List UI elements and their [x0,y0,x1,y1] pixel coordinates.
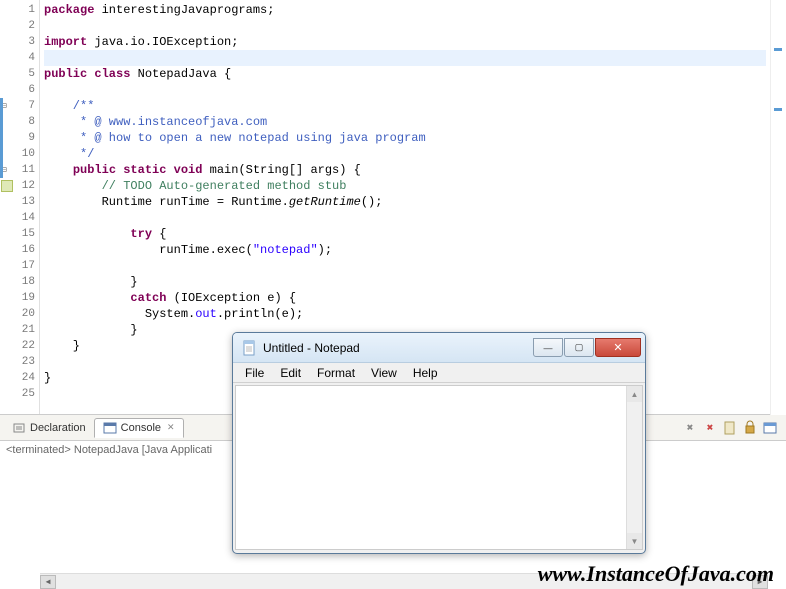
remove-all-icon[interactable]: ✖ [702,420,718,436]
line-number-gutter: 1234567891011121314151617181920212223242… [0,0,40,414]
line-number[interactable]: 3 [0,34,39,50]
menu-edit[interactable]: Edit [272,364,309,382]
line-number[interactable]: 17 [0,258,39,274]
line-number[interactable]: 11 [0,162,39,178]
code-line[interactable]: } [44,274,786,290]
code-line[interactable] [44,258,786,274]
console-toolbar: ✖ ✖ [682,420,786,436]
tab-label: Console [121,422,161,434]
code-line[interactable]: // TODO Auto-generated method stub [44,178,786,194]
window-buttons: — ▢ ✕ [533,338,641,357]
line-number[interactable]: 15 [0,226,39,242]
line-number[interactable]: 4 [0,50,39,66]
pin-console-icon[interactable] [762,420,778,436]
line-number[interactable]: 9 [0,130,39,146]
overview-ruler[interactable] [770,0,786,415]
line-number[interactable]: 6 [0,82,39,98]
tab-console[interactable]: Console ✕ [94,418,184,438]
notepad-window: Untitled - Notepad — ▢ ✕ FileEditFormatV… [232,332,646,554]
notepad-textarea[interactable]: ▲ ▼ [235,385,643,550]
line-number[interactable]: 14 [0,210,39,226]
maximize-button[interactable]: ▢ [564,338,594,357]
code-line[interactable] [44,210,786,226]
line-number[interactable]: 7 [0,98,39,114]
line-number[interactable]: 5 [0,66,39,82]
notepad-title: Untitled - Notepad [263,341,533,355]
code-line[interactable]: try { [44,226,786,242]
code-line[interactable]: public static void main(String[] args) { [44,162,786,178]
scroll-up-arrow[interactable]: ▲ [627,386,642,402]
notepad-menubar: FileEditFormatViewHelp [233,363,645,383]
minimize-button[interactable]: — [533,338,563,357]
menu-help[interactable]: Help [405,364,446,382]
code-line[interactable] [44,18,786,34]
console-icon [103,421,117,435]
tab-declaration[interactable]: Declaration [4,419,94,437]
line-number[interactable]: 2 [0,18,39,34]
remove-launch-icon[interactable]: ✖ [682,420,698,436]
line-number[interactable]: 24 [0,370,39,386]
code-line[interactable]: System.out.println(e); [44,306,786,322]
line-number[interactable]: 20 [0,306,39,322]
code-line[interactable]: */ [44,146,786,162]
notepad-icon [241,340,257,356]
code-line[interactable]: * @ www.instanceofjava.com [44,114,786,130]
watermark-text: www.InstanceOfJava.com [538,561,774,587]
code-line[interactable]: public class NotepadJava { [44,66,786,82]
line-number[interactable]: 13 [0,194,39,210]
code-line[interactable] [44,50,766,66]
line-number[interactable]: 19 [0,290,39,306]
tab-label: Declaration [30,422,86,434]
notepad-titlebar[interactable]: Untitled - Notepad — ▢ ✕ [233,333,645,363]
line-number[interactable]: 23 [0,354,39,370]
line-number[interactable]: 21 [0,322,39,338]
close-tab-icon[interactable]: ✕ [167,422,175,433]
clear-console-icon[interactable] [722,420,738,436]
scroll-down-arrow[interactable]: ▼ [627,533,642,549]
menu-format[interactable]: Format [309,364,363,382]
declaration-icon [12,421,26,435]
notepad-vertical-scrollbar[interactable]: ▲ ▼ [626,386,642,549]
code-line[interactable]: package interestingJavaprograms; [44,2,786,18]
code-line[interactable]: /** [44,98,786,114]
code-line[interactable]: import java.io.IOException; [44,34,786,50]
line-number[interactable]: 12 [0,178,39,194]
line-number[interactable]: 8 [0,114,39,130]
scroll-left-arrow[interactable]: ◀ [40,575,56,589]
menu-file[interactable]: File [237,364,272,382]
close-button[interactable]: ✕ [595,338,641,357]
line-number[interactable]: 22 [0,338,39,354]
code-line[interactable]: Runtime runTime = Runtime.getRuntime(); [44,194,786,210]
scroll-lock-icon[interactable] [742,420,758,436]
code-line[interactable] [44,82,786,98]
line-number[interactable]: 18 [0,274,39,290]
code-line[interactable]: runTime.exec("notepad"); [44,242,786,258]
code-line[interactable]: catch (IOException e) { [44,290,786,306]
menu-view[interactable]: View [363,364,405,382]
line-number[interactable]: 1 [0,2,39,18]
code-line[interactable]: * @ how to open a new notepad using java… [44,130,786,146]
line-number[interactable]: 25 [0,386,39,402]
line-number[interactable]: 16 [0,242,39,258]
line-number[interactable]: 10 [0,146,39,162]
